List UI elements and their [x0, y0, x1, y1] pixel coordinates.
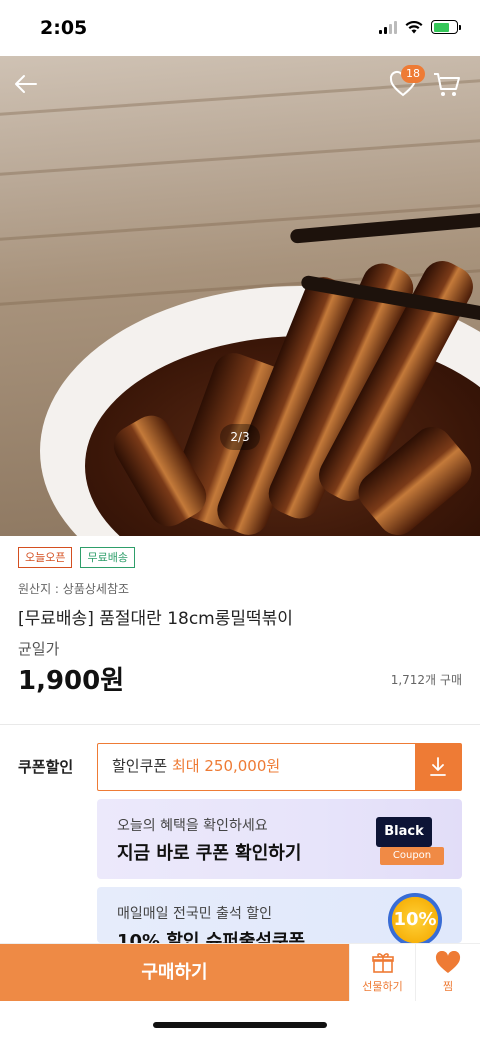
- black-coupon-badge: Black: [376, 817, 432, 847]
- gallery-indicator: 2/3: [220, 424, 260, 450]
- status-bar: 2:05: [0, 0, 480, 56]
- gift-button[interactable]: 선물하기: [349, 944, 415, 1001]
- banner-subtitle: 매일매일 전국민 출석 할인: [117, 906, 273, 922]
- coupon-download-button[interactable]: [415, 744, 461, 790]
- tag-today-open: 오늘오픈: [18, 547, 73, 568]
- signal-icon: [379, 20, 397, 34]
- price-label: 균일가: [18, 640, 60, 658]
- product-origin: 원산지 : 상품상세참조: [18, 582, 130, 596]
- coupon-highlight: 최대 250,000원: [171, 757, 281, 775]
- coupon-ribbon: Coupon: [380, 847, 444, 865]
- coupon-label: 쿠폰할인: [18, 758, 74, 776]
- coupon-text-label: 할인쿠폰: [112, 757, 168, 775]
- product-title: [무료배송] 품절대란 18cm롱밀떡볶이: [18, 609, 293, 629]
- gift-label: 선물하기: [362, 980, 403, 993]
- banner-subtitle: 오늘의 혜택을 확인하세요: [117, 818, 268, 834]
- buy-button[interactable]: 구매하기: [0, 944, 349, 1001]
- cart-count-badge: 18: [401, 65, 425, 83]
- coupon-text: 할인쿠폰 최대 250,000원: [98, 744, 415, 790]
- attendance-banner[interactable]: 매일매일 전국민 출석 할인 10% 할인 슈퍼출석쿠폰 10%: [97, 887, 462, 943]
- banner-title: 10% 할인 슈퍼출석쿠폰: [117, 931, 306, 943]
- home-indicator: [153, 1022, 327, 1028]
- battery-icon: [431, 20, 461, 34]
- heart-filled-icon: [435, 951, 461, 973]
- sales-count: 1,712개 구매: [390, 673, 462, 687]
- divider: [0, 724, 480, 725]
- ten-percent-badge: 10%: [388, 893, 442, 943]
- wifi-icon: [405, 20, 423, 33]
- bottom-action-bar: 구매하기 선물하기 찜: [0, 943, 480, 1001]
- back-arrow-icon[interactable]: [8, 66, 44, 102]
- cart-icon[interactable]: [432, 70, 462, 98]
- status-icons: [379, 20, 461, 34]
- wish-button[interactable]: 찜: [415, 944, 480, 1001]
- status-time: 2:05: [40, 17, 88, 39]
- coupon-download-box[interactable]: 할인쿠폰 최대 250,000원: [97, 743, 462, 791]
- gift-icon: [371, 953, 394, 973]
- banner-title: 지금 바로 쿠폰 확인하기: [117, 843, 302, 864]
- download-icon: [430, 757, 446, 776]
- product-image[interactable]: 18: [0, 56, 480, 536]
- product-price: 1,900원: [18, 666, 125, 696]
- product-tags: 오늘오픈 무료배송: [18, 547, 135, 568]
- wish-label: 찜: [442, 980, 454, 993]
- coupon-banner[interactable]: 오늘의 혜택을 확인하세요 지금 바로 쿠폰 확인하기 Black Coupon: [97, 799, 462, 879]
- tag-free-shipping: 무료배송: [80, 547, 135, 568]
